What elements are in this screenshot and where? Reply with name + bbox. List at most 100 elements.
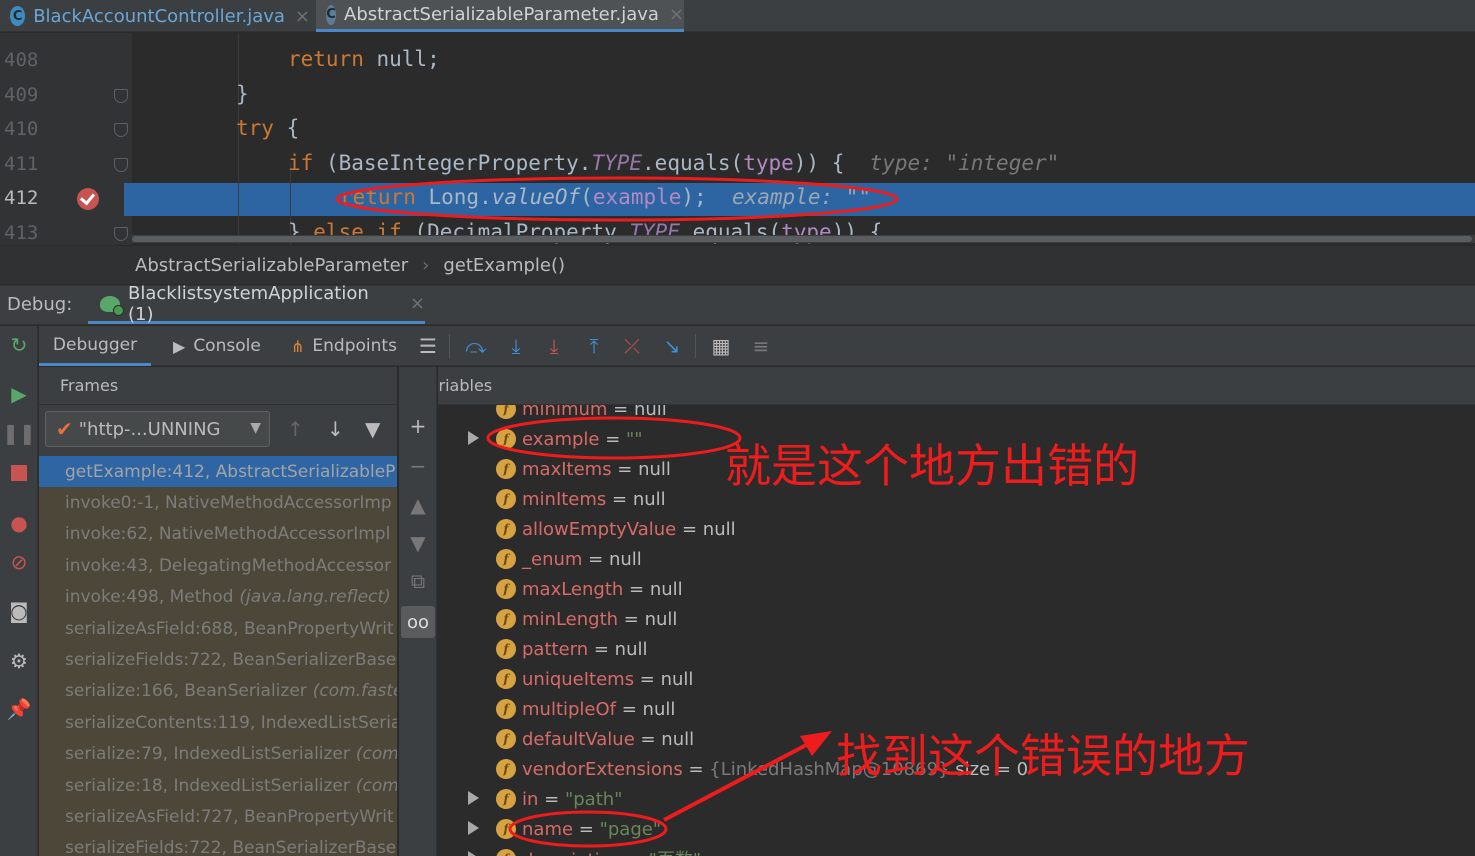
- thread-running-icon: ✔: [56, 417, 73, 441]
- variable-text: allowEmptyValue = null: [522, 519, 736, 540]
- variable-equals: =: [573, 818, 600, 840]
- frame-row[interactable]: invoke:43, DelegatingMethodAccessor: [39, 550, 397, 582]
- frame-row[interactable]: serialize:18, IndexedListSerializer(com.: [39, 769, 397, 802]
- filter-icon[interactable]: ▼: [365, 417, 380, 441]
- tab-endpoints[interactable]: ⋔ Endpoints: [291, 326, 397, 366]
- fold-marker-icon[interactable]: [114, 123, 128, 137]
- frame-row[interactable]: serialize:166, BeanSerializer (com.faste: [39, 675, 397, 708]
- variable-value: null: [608, 548, 642, 570]
- tab-abstract-serializable-parameter[interactable]: C AbstractSerializableParameter.java ×: [316, 0, 684, 32]
- expand-arrow-icon[interactable]: [468, 851, 479, 856]
- copy-icon[interactable]: ⧉: [407, 569, 429, 593]
- close-icon[interactable]: ×: [295, 6, 310, 27]
- line-number: 408: [4, 49, 39, 71]
- code-editor[interactable]: 408 409 410 411 412 413 return null; } t…: [0, 33, 1475, 245]
- abstract-class-icon: C: [326, 4, 336, 25]
- frame-row[interactable]: serializeAsField:727, BeanPropertyWrit: [39, 801, 397, 833]
- step-into-icon[interactable]: ⤓: [541, 333, 567, 359]
- settings-gear-icon[interactable]: ⚙: [8, 649, 30, 673]
- frame-row[interactable]: serialize:79, IndexedListSerializer(com.: [39, 738, 397, 770]
- variable-row[interactable]: f in = "path": [438, 784, 1475, 814]
- variable-row[interactable]: f maxLength = null: [438, 574, 1475, 604]
- expand-arrow-icon[interactable]: [468, 791, 479, 805]
- remove-watch-icon[interactable]: −: [407, 454, 429, 478]
- scrollbar-thumb[interactable]: [132, 236, 1472, 242]
- fold-marker-icon[interactable]: [114, 158, 128, 172]
- step-over-icon[interactable]: ⤓: [503, 333, 529, 359]
- variable-row[interactable]: f pattern = null: [438, 634, 1475, 664]
- rerun-icon[interactable]: ↻: [8, 333, 30, 357]
- variable-equals: =: [582, 548, 609, 570]
- next-frame-icon[interactable]: ↓: [327, 417, 344, 441]
- mute-breakpoints-icon[interactable]: ⊘: [8, 550, 30, 574]
- tab-console[interactable]: ▶ Console: [173, 326, 261, 366]
- variable-text: minItems = null: [522, 489, 666, 510]
- camera-icon[interactable]: ◙: [8, 599, 30, 623]
- variable-name: multipleOf: [522, 698, 617, 720]
- frame-row[interactable]: serializeAsField:688, BeanPropertyWrit: [39, 612, 397, 645]
- move-down-icon[interactable]: ▼: [407, 531, 429, 555]
- variable-name: vendorExtensions: [522, 758, 683, 780]
- frame-row[interactable]: invoke0:-1, NativeMethodAccessorImp: [39, 487, 397, 519]
- frame-row[interactable]: serializeContents:119, IndexedListSeria: [39, 707, 397, 739]
- field-icon: f: [496, 669, 516, 689]
- variable-row[interactable]: f allowEmptyValue = null: [438, 514, 1475, 544]
- fold-marker-icon[interactable]: [114, 89, 128, 103]
- frame-row[interactable]: invoke:498, Method (java.lang.reflect): [39, 581, 397, 613]
- close-icon[interactable]: ×: [669, 4, 684, 25]
- variable-equals: =: [682, 758, 710, 780]
- debug-session-tab[interactable]: BlacklistsystemApplication (1) ×: [88, 283, 425, 325]
- evaluate-expression-icon[interactable]: ▦: [708, 333, 734, 359]
- stop-icon[interactable]: [8, 462, 30, 484]
- frame-row-selected[interactable]: getExample:412, AbstractSerializableP: [39, 456, 397, 488]
- frame-row[interactable]: serializeFields:722, BeanSerializerBase: [39, 644, 397, 676]
- breakpoint-icon[interactable]: [77, 188, 99, 210]
- step-out-icon[interactable]: ⤒: [581, 333, 607, 359]
- tab-black-account-controller[interactable]: C BlackAccountController.java ×: [0, 0, 310, 32]
- thread-selector[interactable]: ✔ "http-...UNNING ▼: [45, 411, 270, 447]
- previous-frame-icon[interactable]: ↑: [287, 417, 304, 441]
- breadcrumb-separator: ›: [422, 254, 430, 276]
- variable-row[interactable]: f name = "page": [438, 814, 1475, 844]
- frame-row[interactable]: serializeFields:722, BeanSerializerBase: [39, 832, 397, 856]
- variable-equals: =: [611, 458, 639, 480]
- breadcrumb-class[interactable]: AbstractSerializableParameter: [135, 255, 408, 276]
- variable-value: null: [649, 578, 683, 600]
- expand-arrow-icon[interactable]: [468, 821, 479, 835]
- code-line-408: return null;: [288, 47, 440, 71]
- drop-frame-icon[interactable]: ⤫: [619, 333, 645, 359]
- restore-layout-icon[interactable]: ☰: [415, 333, 441, 359]
- field-icon: f: [496, 759, 516, 779]
- variable-equals: =: [676, 518, 703, 540]
- breadcrumb-method[interactable]: getExample(): [443, 255, 565, 276]
- pin-icon[interactable]: 📌: [7, 697, 32, 721]
- variable-row[interactable]: f _enum = null: [438, 544, 1475, 574]
- debug-label: Debug:: [7, 294, 73, 315]
- show-execution-point-icon[interactable]: ⤼: [463, 333, 489, 359]
- show-watches-icon[interactable]: oo: [401, 606, 435, 638]
- editor-gutter[interactable]: 408 409 410 411 412 413: [0, 33, 132, 245]
- field-icon: f: [496, 489, 516, 509]
- variable-value: "path": [564, 788, 623, 810]
- close-icon[interactable]: ×: [410, 293, 425, 314]
- move-up-icon[interactable]: ▲: [407, 493, 429, 517]
- trace-stream-icon[interactable]: ≡: [748, 333, 774, 359]
- variable-value: null: [644, 608, 678, 630]
- line-number: 413: [4, 222, 39, 244]
- tab-debugger[interactable]: Debugger: [39, 326, 151, 366]
- variables-side-toolbar: + − ▲ ▼ ⧉ oo: [399, 367, 437, 856]
- expand-arrow-icon[interactable]: [468, 431, 479, 445]
- pause-icon[interactable]: ❚❚: [2, 421, 36, 445]
- horizontal-scrollbar[interactable]: [132, 235, 1475, 243]
- variables-title: Variables: [438, 376, 493, 395]
- fold-marker-icon[interactable]: [114, 227, 128, 241]
- add-watch-icon[interactable]: +: [407, 414, 429, 438]
- variable-text: maxLength = null: [522, 579, 683, 600]
- resume-program-icon[interactable]: ▶: [8, 382, 30, 406]
- run-to-cursor-icon[interactable]: ↘: [659, 333, 685, 359]
- variable-row[interactable]: f description = "页数": [438, 844, 1475, 856]
- frame-row[interactable]: invoke:62, NativeMethodAccessorImpl: [39, 518, 397, 551]
- variable-row[interactable]: f minLength = null: [438, 604, 1475, 634]
- view-breakpoints-icon[interactable]: ●: [8, 511, 30, 535]
- variable-row[interactable]: f uniqueItems = null: [438, 664, 1475, 694]
